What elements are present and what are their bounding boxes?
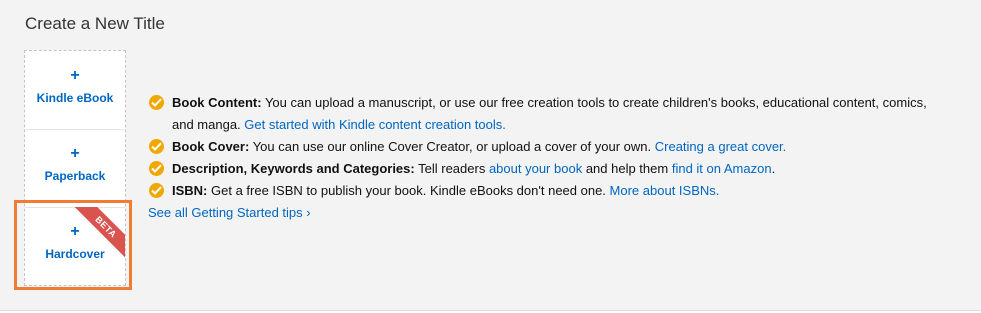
tip-text: Tell readers (418, 161, 486, 176)
kindle-ebook-label: Kindle eBook (36, 91, 114, 105)
tip-text: You can upload a manuscript, or use our … (264, 95, 927, 110)
tip-heading: Description, Keywords and Categories: (172, 161, 415, 176)
kindle-ebook-option[interactable]: + Kindle eBook (25, 51, 125, 130)
check-icon (149, 139, 164, 154)
getting-started-tips: Book Content: You can upload a manuscrip… (148, 92, 948, 224)
paperback-label: Paperback (44, 169, 106, 183)
tip-text: . (771, 161, 776, 176)
paperback-option[interactable]: + Paperback (25, 129, 125, 208)
tip-description: Description, Keywords and Categories: Te… (148, 158, 948, 180)
panel-title: Create a New Title (25, 14, 165, 33)
great-cover-link[interactable]: Creating a great cover. (655, 139, 787, 154)
kindle-creation-tools-link[interactable]: Get started with Kindle content creation… (244, 117, 506, 132)
tip-heading: ISBN: (172, 183, 208, 198)
tip-book-cover: Book Cover: You can use our online Cover… (148, 136, 948, 158)
tip-text: and help them (585, 161, 669, 176)
tip-book-content: Book Content: You can upload a manuscrip… (148, 92, 948, 136)
tip-text: You can use our online Cover Creator, or… (252, 139, 652, 154)
check-icon (149, 161, 164, 176)
tip-heading: Book Cover: (172, 139, 250, 154)
more-about-isbns-link[interactable]: More about ISBNs. (610, 183, 720, 198)
hardcover-option[interactable]: + Hardcover BETA (25, 207, 125, 285)
tip-text: Get a free ISBN to publish your book. Ki… (211, 183, 606, 198)
plus-icon: + (70, 145, 80, 162)
check-icon (149, 95, 164, 110)
check-icon (149, 183, 164, 198)
tip-isbn: ISBN: Get a free ISBN to publish your bo… (148, 180, 948, 202)
create-title-panel: Create a New Title + Kindle eBook + Pape… (0, 0, 981, 311)
plus-icon: + (70, 67, 80, 84)
tip-text: and manga. (172, 117, 241, 132)
hardcover-label: Hardcover (45, 247, 105, 261)
tip-heading: Book Content: (172, 95, 262, 110)
about-your-book-link[interactable]: about your book (489, 161, 582, 176)
find-it-on-amazon-link[interactable]: find it on Amazon (672, 161, 772, 176)
format-options: + Kindle eBook + Paperback + Hardcover B… (24, 50, 126, 286)
see-all-tips-link[interactable]: See all Getting Started tips › (148, 205, 311, 220)
